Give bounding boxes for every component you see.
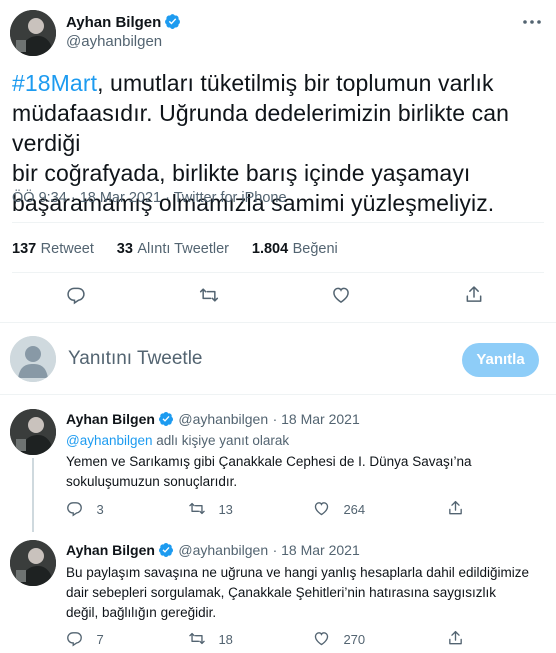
reply-icon[interactable] xyxy=(66,285,86,310)
replying-to-handle[interactable]: @ayhanbilgen xyxy=(66,433,153,448)
like-icon[interactable] xyxy=(331,285,351,310)
author-handle[interactable]: @ayhanbilgen xyxy=(66,33,162,50)
likes-stat[interactable]: 1.804 Beğeni xyxy=(252,240,338,257)
divider xyxy=(12,222,544,223)
reply-author-name[interactable]: Ayhan Bilgen xyxy=(66,542,155,558)
reply-text: Bu paylaşım savaşına ne uğruna ve hangi … xyxy=(66,565,530,620)
retweet-icon[interactable] xyxy=(198,285,220,310)
like-icon xyxy=(314,502,329,516)
reply-button[interactable]: Yanıtla xyxy=(462,343,539,377)
like-icon xyxy=(314,632,329,646)
retweet-icon xyxy=(189,632,205,645)
reply-reply-action[interactable]: 3 xyxy=(66,500,104,519)
reply-icon xyxy=(67,502,82,517)
divider xyxy=(0,394,556,395)
reply-like-action[interactable]: 264 xyxy=(313,500,365,519)
reply-author-avatar[interactable] xyxy=(10,409,56,455)
divider xyxy=(0,322,556,323)
author-name-row: Ayhan Bilgen xyxy=(66,13,181,35)
verified-badge-icon xyxy=(158,542,174,563)
reply-retweet-action[interactable]: 18 xyxy=(188,630,233,649)
reply-header: Ayhan Bilgen @ayhanbilgen · 18 Mar 2021 xyxy=(66,542,360,563)
verified-badge-icon xyxy=(158,411,174,432)
author-name[interactable]: Ayhan Bilgen xyxy=(66,14,161,31)
reply-input[interactable]: Yanıtını Tweetle xyxy=(68,348,428,370)
quotes-stat[interactable]: 33 Alıntı Tweetler xyxy=(117,240,229,257)
verified-badge-icon xyxy=(164,13,181,35)
author-avatar[interactable] xyxy=(10,10,56,56)
more-options-icon[interactable] xyxy=(520,12,544,32)
tweet-stats: 137 Retweet 33 Alıntı Tweetler 1.804 Beğ… xyxy=(12,240,338,258)
reply-date[interactable]: · 18 Mar 2021 xyxy=(273,411,360,427)
user-avatar[interactable] xyxy=(10,336,56,382)
reply-icon xyxy=(67,632,82,647)
share-icon[interactable] xyxy=(447,629,464,652)
reply-header: Ayhan Bilgen @ayhanbilgen · 18 Mar 2021 xyxy=(66,411,360,432)
reply-like-action[interactable]: 270 xyxy=(313,630,365,649)
share-icon[interactable] xyxy=(447,499,464,522)
reply-author-handle[interactable]: @ayhanbilgen xyxy=(178,542,268,558)
tweet-meta[interactable]: ÖÖ 9:34 · 18 Mar 2021 · Twitter for iPho… xyxy=(12,190,287,206)
divider xyxy=(12,272,544,273)
retweet-icon xyxy=(189,502,205,515)
reply-reply-action[interactable]: 7 xyxy=(66,630,104,649)
hashtag-link[interactable]: #18Mart xyxy=(12,70,97,96)
reply-author-avatar[interactable] xyxy=(10,540,56,586)
thread-line xyxy=(32,458,34,532)
replying-to: @ayhanbilgen adlı kişiye yanıt olarak xyxy=(66,433,290,448)
retweets-stat[interactable]: 137 Retweet xyxy=(12,240,94,257)
share-icon[interactable] xyxy=(464,284,484,310)
reply-author-name[interactable]: Ayhan Bilgen xyxy=(66,411,155,427)
reply-retweet-action[interactable]: 13 xyxy=(188,500,233,519)
reply-author-handle[interactable]: @ayhanbilgen xyxy=(178,411,268,427)
reply-date[interactable]: · 18 Mar 2021 xyxy=(273,542,360,558)
reply-text: Yemen ve Sarıkamış gibi Çanakkale Cephes… xyxy=(66,454,472,489)
